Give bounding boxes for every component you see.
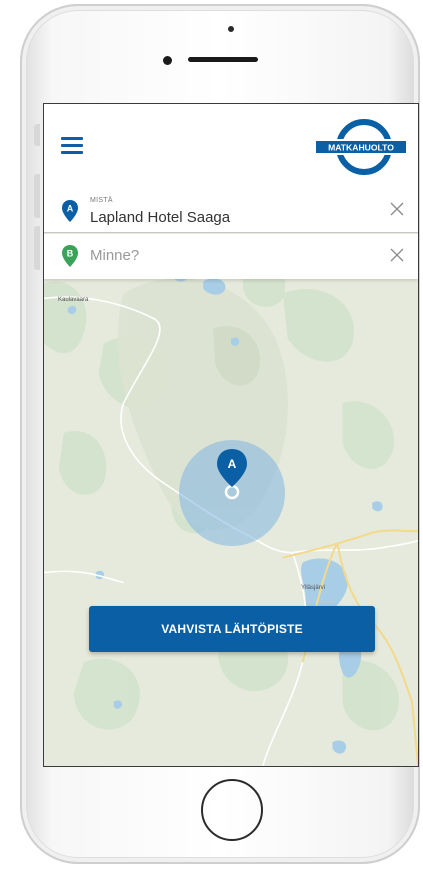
mute-switch xyxy=(34,124,40,146)
close-icon[interactable] xyxy=(390,202,404,216)
svg-text:B: B xyxy=(67,249,74,259)
location-marker-letter: A xyxy=(228,457,237,471)
destination-input[interactable]: Minne? xyxy=(90,247,139,264)
home-button[interactable] xyxy=(201,779,263,841)
volume-down-button xyxy=(34,226,40,270)
origin-value[interactable]: Lapland Hotel Saaga xyxy=(90,209,230,226)
current-location-marker[interactable]: A xyxy=(177,439,287,549)
svg-text:MATKAHUOLTO: MATKAHUOLTO xyxy=(328,143,394,153)
proximity-sensor xyxy=(228,26,234,32)
destination-pin-icon: B xyxy=(62,245,78,267)
app-screen: Kaulavaara Ylläsjärvi A MATKAHUOLTO A MI… xyxy=(43,103,419,767)
origin-field[interactable]: A MISTÄ Lapland Hotel Saaga xyxy=(44,188,418,233)
matkahuolto-logo: MATKAHUOLTO xyxy=(314,119,408,175)
confirm-start-point-button[interactable]: VAHVISTA LÄHTÖPISTE xyxy=(89,606,375,652)
origin-label: MISTÄ xyxy=(90,197,113,204)
front-camera xyxy=(163,56,172,65)
origin-pin-icon: A xyxy=(62,200,78,222)
app-header: MATKAHUOLTO xyxy=(44,104,418,188)
map-place-label: Kaulavaara xyxy=(58,297,89,303)
hamburger-menu-icon[interactable] xyxy=(61,137,83,155)
volume-up-button xyxy=(34,174,40,218)
svg-text:A: A xyxy=(67,204,74,214)
close-icon[interactable] xyxy=(390,248,404,262)
destination-field[interactable]: B Minne? xyxy=(44,234,418,279)
map-place-label: Ylläsjärvi xyxy=(301,585,326,591)
earpiece-speaker xyxy=(188,57,258,62)
